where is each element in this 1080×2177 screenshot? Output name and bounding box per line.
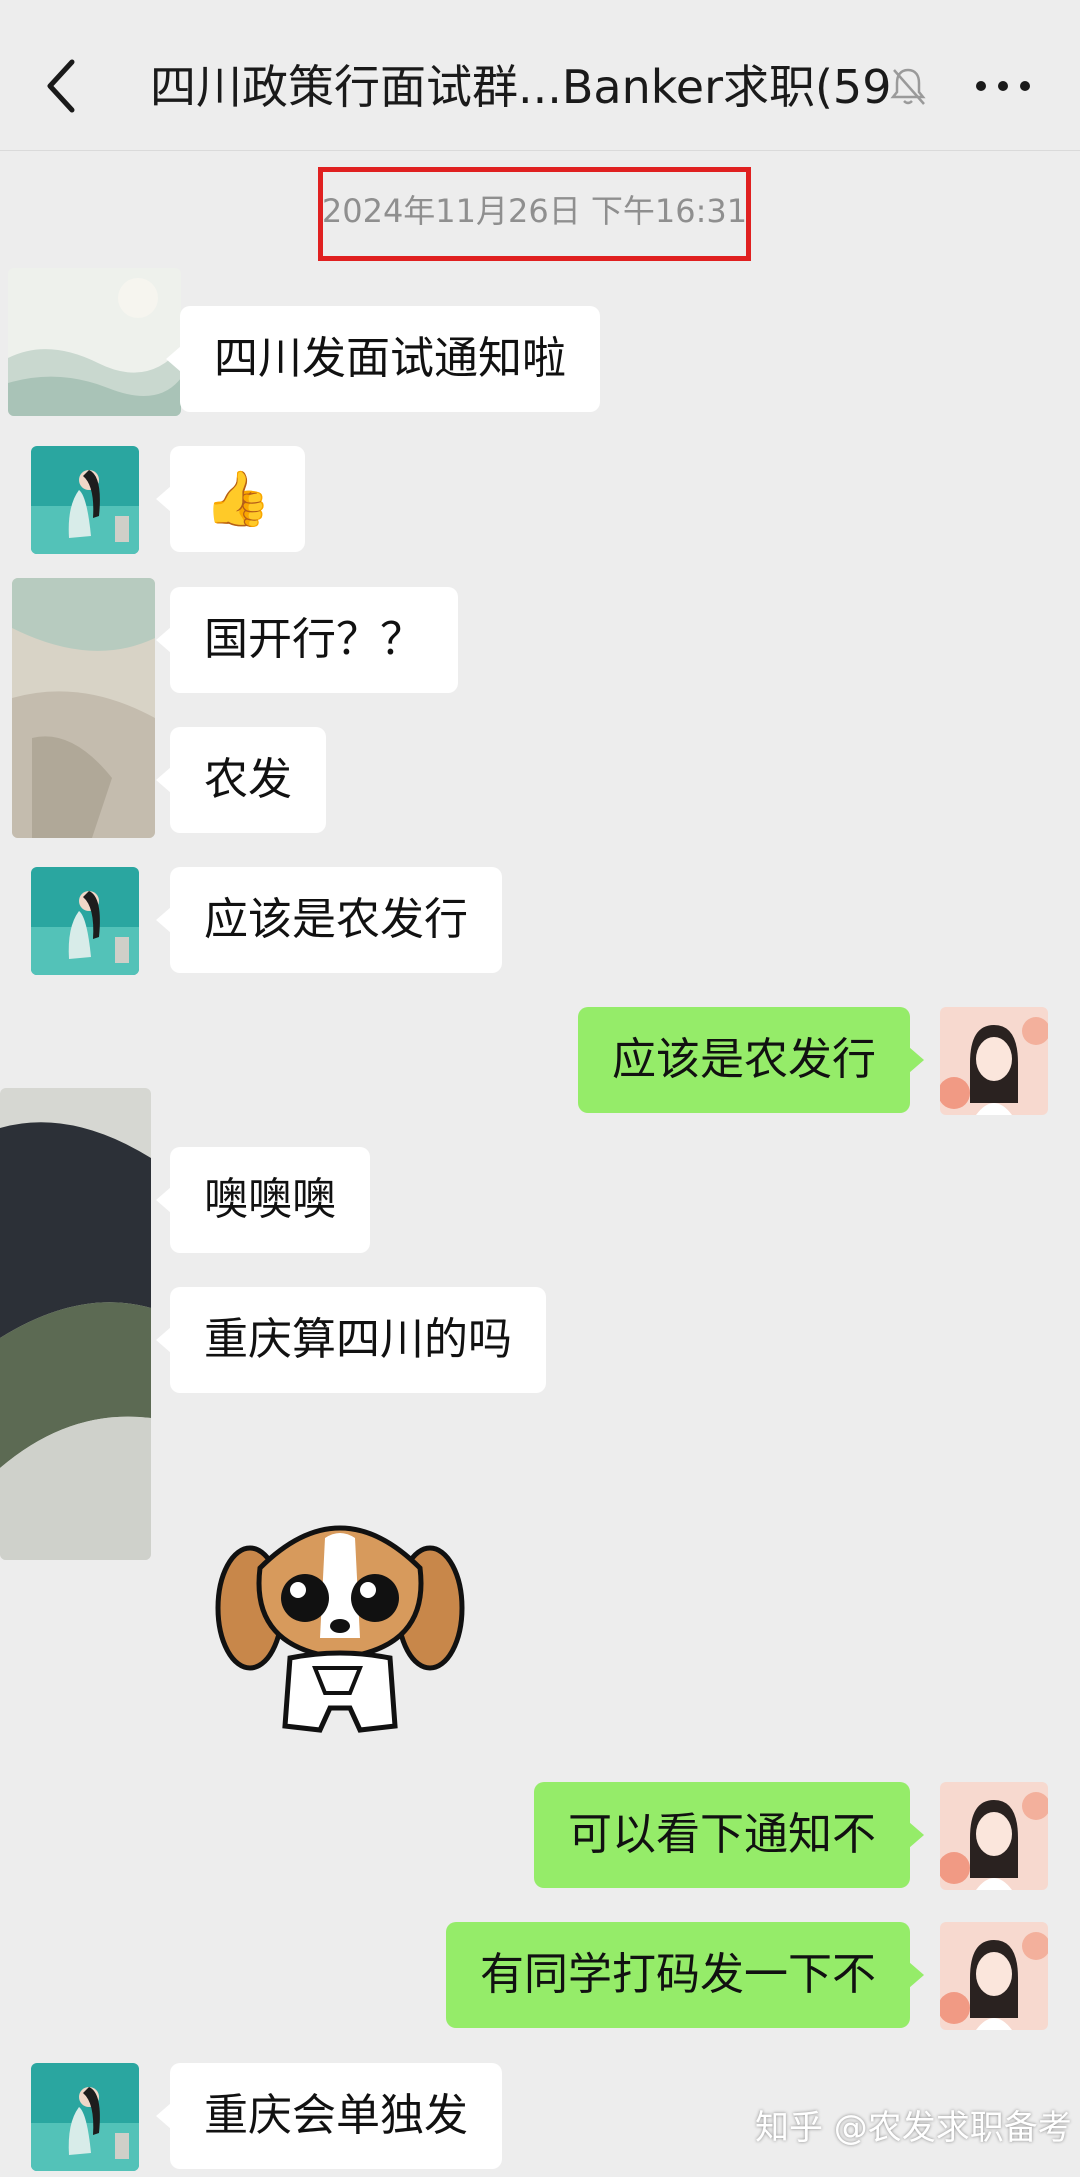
chat-title[interactable]: 四川政策行面试群...Banker求职(59) bbox=[150, 52, 890, 122]
thumbs-up-icon: 👍 bbox=[204, 467, 272, 530]
message-bubble[interactable]: 重庆会单独发 bbox=[156, 2063, 502, 2169]
chat-screen: 四川政策行面试群...Banker求职(59) 2024年11月26日 下午16… bbox=[0, 0, 1080, 2177]
puppy-sticker[interactable] bbox=[210, 1498, 470, 1738]
chat-header: 四川政策行面试群...Banker求职(59) bbox=[0, 0, 1080, 151]
avatar[interactable] bbox=[0, 1088, 151, 1560]
timestamp: 2024年11月26日 下午16:31 bbox=[321, 192, 748, 230]
avatar[interactable] bbox=[12, 578, 155, 838]
message-bubble[interactable]: 👍 bbox=[155, 446, 306, 552]
self-avatar[interactable] bbox=[940, 1922, 1048, 2030]
bell-off-icon bbox=[888, 64, 928, 108]
message-bubble[interactable]: 应该是农发行 bbox=[156, 867, 502, 973]
message-bubble-self[interactable]: 可以看下通知不 bbox=[534, 1782, 924, 1888]
avatar[interactable] bbox=[31, 867, 139, 975]
self-avatar[interactable] bbox=[940, 1007, 1048, 1115]
more-horizontal-icon bbox=[976, 81, 1030, 91]
avatar[interactable] bbox=[31, 2063, 139, 2171]
message-bubble[interactable]: 噢噢噢 bbox=[156, 1147, 370, 1253]
avatar[interactable] bbox=[31, 446, 139, 554]
message-bubble[interactable]: 国开行？？ bbox=[156, 587, 458, 693]
message-bubble-self[interactable]: 应该是农发行 bbox=[578, 1007, 924, 1113]
back-button[interactable] bbox=[34, 48, 90, 124]
message-bubble-self[interactable]: 有同学打码发一下不 bbox=[446, 1922, 924, 2028]
watermark: 知乎 @农发求职备考 bbox=[755, 2108, 1072, 2148]
message-bubble[interactable]: 四川发面试通知啦 bbox=[166, 306, 600, 412]
more-button[interactable] bbox=[970, 64, 1036, 108]
message-bubble[interactable]: 重庆算四川的吗 bbox=[156, 1287, 546, 1393]
message-bubble[interactable]: 农发 bbox=[156, 727, 326, 833]
avatar[interactable] bbox=[8, 268, 181, 416]
self-avatar[interactable] bbox=[940, 1782, 1048, 1890]
chevron-left-icon bbox=[47, 59, 75, 113]
